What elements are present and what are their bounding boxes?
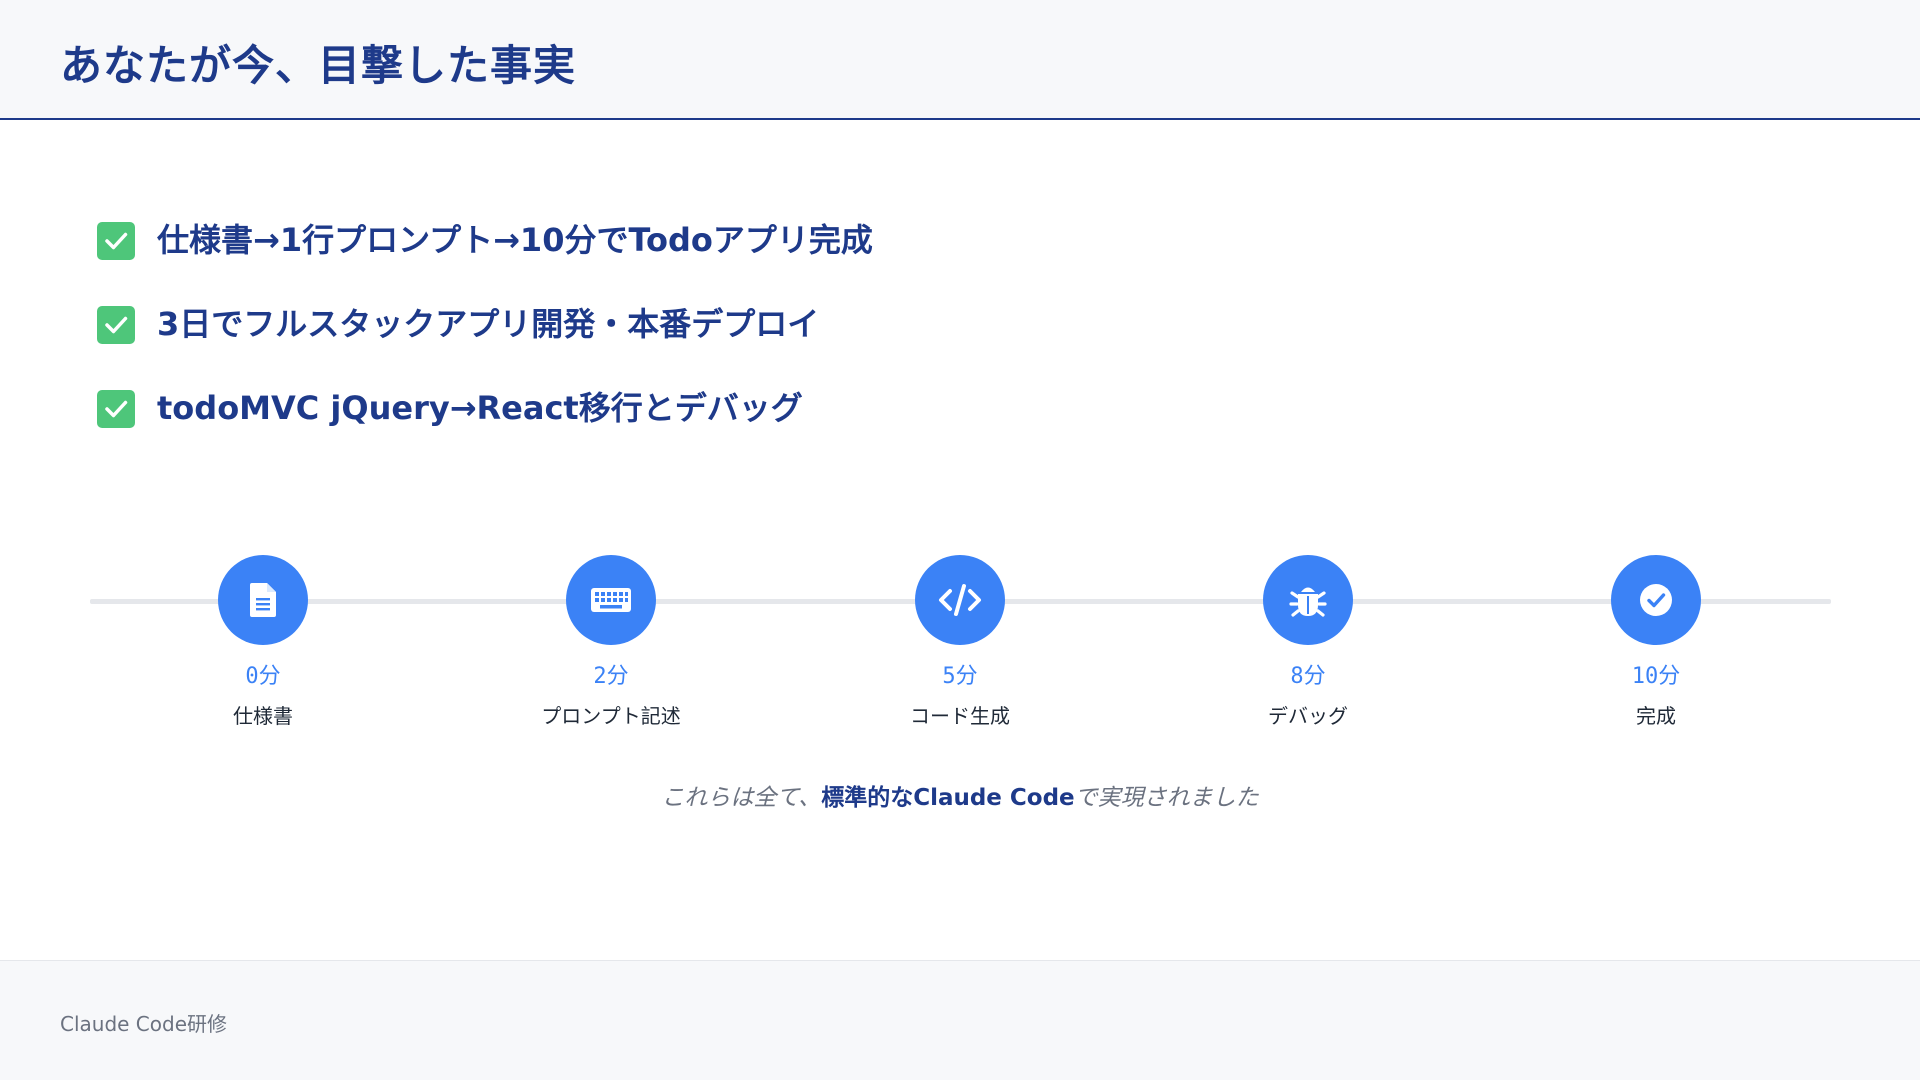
document-icon — [250, 583, 276, 617]
step-time: 5分 — [942, 664, 978, 689]
check-circle-icon — [1640, 584, 1672, 616]
step-icon-circle — [915, 555, 1005, 645]
caption-suffix: で実現されました — [1074, 785, 1259, 811]
keyboard-icon — [591, 588, 631, 612]
step-time: 8分 — [1290, 664, 1326, 689]
step-icon-circle — [566, 555, 656, 645]
timeline-step: 10分 完成 — [1546, 555, 1766, 731]
step-time: 10分 — [1631, 664, 1681, 689]
footer: Claude Code研修 — [0, 960, 1920, 1080]
timeline-step: 0分 仕様書 — [153, 555, 373, 731]
caption-emphasis: 標準的なClaude Code — [821, 785, 1075, 811]
step-icon-circle — [1263, 555, 1353, 645]
step-label: プロンプト記述 — [541, 704, 681, 728]
code-icon — [939, 584, 981, 616]
step-label: 完成 — [1636, 704, 1676, 728]
timeline-step: 8分 デバッグ — [1198, 555, 1418, 731]
process-timeline: 0分 仕様書 2分 プロンプト記述 5分 コード生成 8分 デバッグ 10分 完… — [0, 0, 1920, 1080]
step-label: 仕様書 — [233, 704, 293, 728]
timeline-step: 5分 コード生成 — [850, 555, 1070, 731]
step-label: デバッグ — [1268, 704, 1348, 728]
step-icon-circle — [218, 555, 308, 645]
slide: あなたが今、目撃した事実 仕様書→1行プロンプト→10分でTodoアプリ完成 3… — [0, 0, 1920, 1080]
summary-caption: これらは全て、標準的なClaude Codeで実現されました — [0, 778, 1920, 812]
step-icon-circle — [1611, 555, 1701, 645]
step-label: コード生成 — [910, 704, 1010, 728]
step-time: 0分 — [245, 664, 281, 689]
timeline-step: 2分 プロンプト記述 — [501, 555, 721, 731]
footer-label: Claude Code研修 — [60, 1012, 228, 1036]
bug-icon — [1289, 587, 1327, 617]
step-time: 2分 — [593, 664, 629, 689]
caption-prefix: これらは全て、 — [661, 785, 822, 811]
